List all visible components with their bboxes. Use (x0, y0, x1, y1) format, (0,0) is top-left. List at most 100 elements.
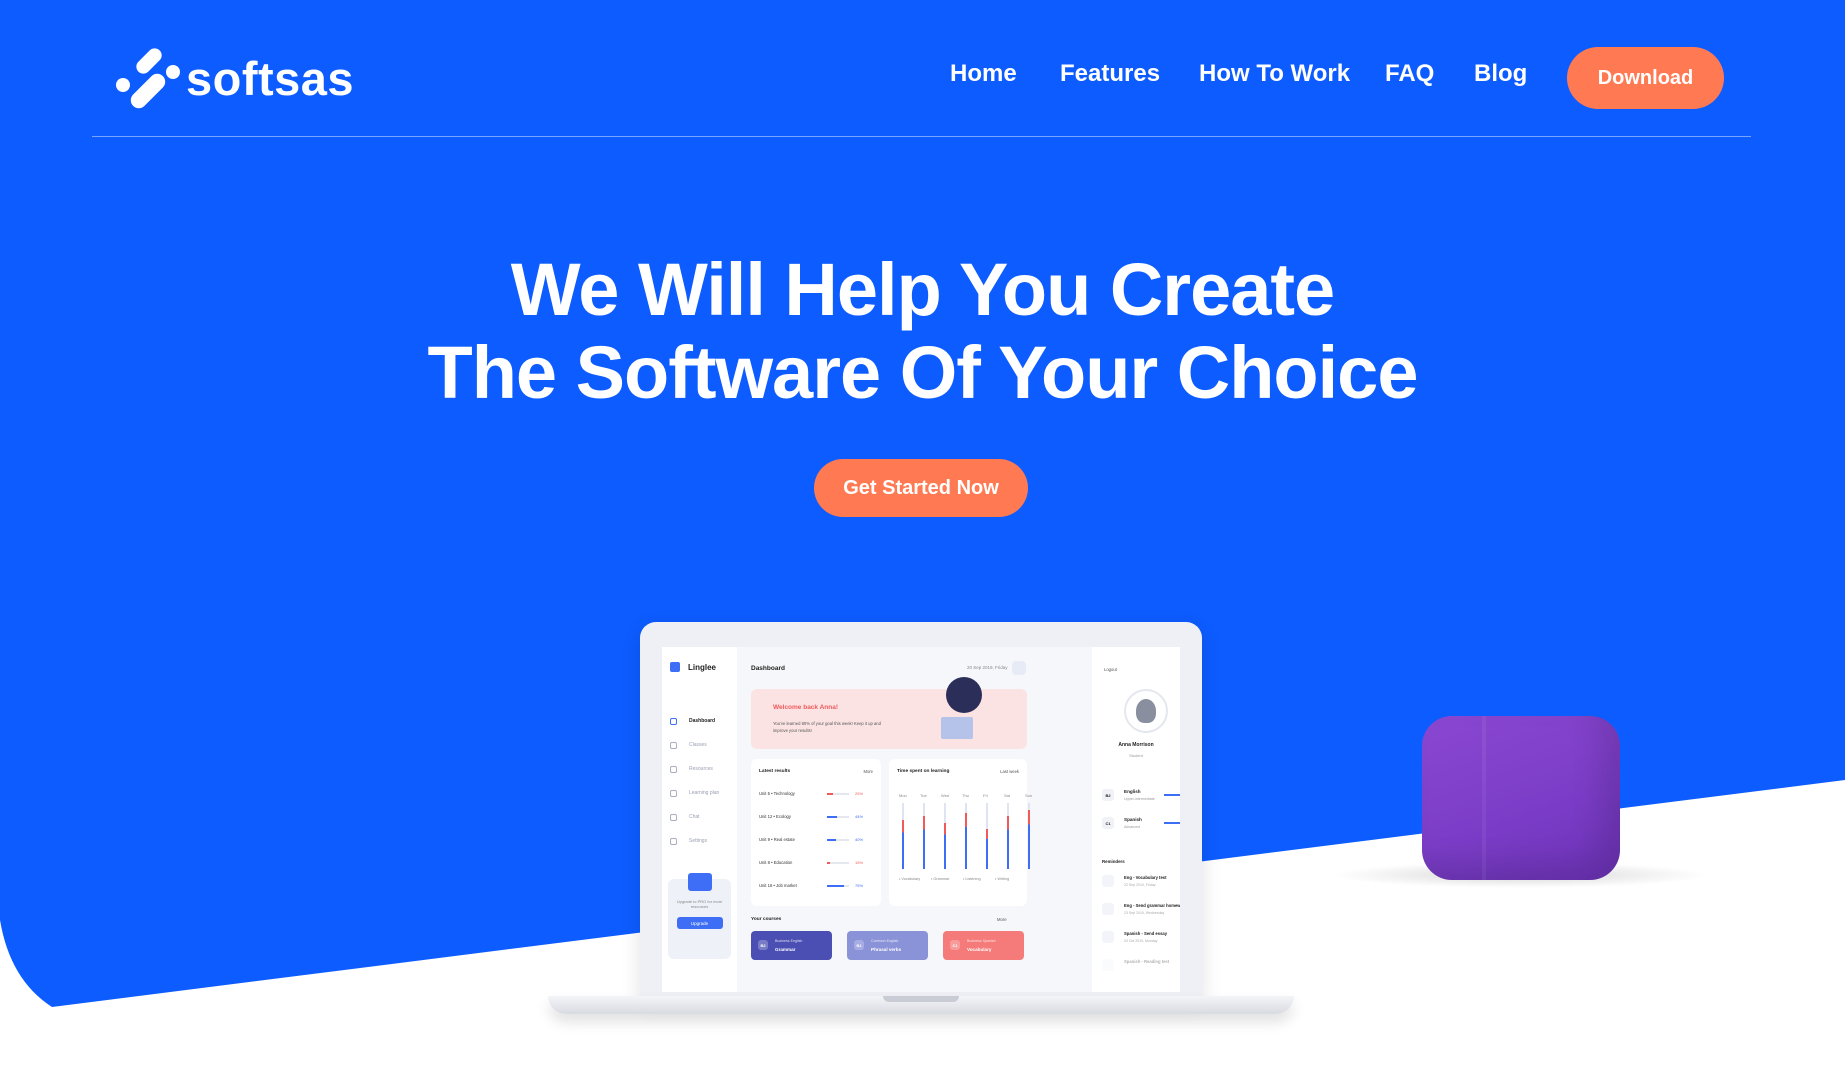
reminder-title: Spanish - Send essay (1124, 931, 1168, 936)
dashboard-title: Dashboard (751, 665, 785, 672)
app-brand: Linglee (670, 662, 716, 672)
chart-bar (986, 803, 988, 869)
nav-features[interactable]: Features (1060, 60, 1160, 88)
language-name: Spanish (1124, 817, 1142, 822)
app-sidebar-label: Chat (689, 814, 700, 820)
course-level: B1 (854, 940, 864, 950)
chart-bar (1028, 803, 1030, 869)
chart-day-label: Thu (962, 793, 969, 798)
latest-results-more: More (863, 769, 873, 774)
nav-faq[interactable]: FAQ (1385, 60, 1434, 88)
chart-day-label: Fri (983, 793, 988, 798)
nav-blog[interactable]: Blog (1474, 60, 1527, 88)
document-icon (670, 765, 677, 773)
courses-title: Your courses (751, 917, 782, 922)
folder-icon (670, 741, 677, 749)
chart-day-label: Mon (899, 793, 907, 798)
language-name: English (1124, 789, 1141, 794)
logo[interactable]: softsas (116, 46, 354, 110)
result-label: Unit 12 • Ecology (759, 814, 791, 819)
app-sidebar: Linglee Dashboard Classes Resources Lear… (662, 647, 737, 992)
result-percent: 40% (855, 837, 864, 842)
app-name: Linglee (688, 662, 717, 672)
course-level: B2 (758, 940, 768, 950)
app-sidebar-label: Resources (689, 766, 713, 772)
chart-day-label: Tue (920, 793, 927, 798)
result-percent: 44% (855, 814, 864, 819)
chart-bar-fill (1028, 809, 1030, 869)
courses-more: More (997, 917, 1007, 922)
course-card: C1 Business Spanish Vocabulary (943, 931, 1024, 960)
search-icon (1012, 661, 1026, 675)
result-progress-bar (827, 885, 849, 887)
purple-cube-decoration (1422, 716, 1620, 880)
logout-link: Logout (1104, 667, 1117, 672)
language-progress-line (1164, 822, 1180, 824)
result-progress-fill (827, 793, 833, 795)
dashboard-icon (670, 717, 677, 725)
laptop-illustration-icon (941, 717, 973, 739)
chart-legend-item: • Vocabulary (899, 877, 921, 881)
chart-bar-fill (923, 816, 925, 869)
welcome-title: Welcome back Anna! (773, 704, 839, 711)
time-spent-card: Time spent on learning Last week Mon Tue W… (889, 759, 1032, 906)
course-subtitle: Common English (871, 939, 899, 943)
upgrade-illustration-icon (687, 873, 712, 891)
result-progress-bar (827, 793, 849, 795)
course-subtitle: Business Spanish (967, 939, 996, 943)
upgrade-text: Upgrade to PRO for more resources (676, 899, 723, 909)
logo-icon (116, 48, 180, 109)
laptop-notch (883, 996, 959, 1002)
logo-text: softsas (186, 51, 355, 105)
reminders-title: Reminders (1102, 859, 1125, 864)
profile-name: Anna Morrison (1118, 742, 1154, 748)
site-header: softsas Home Features How To Work FAQ Bl… (0, 0, 1845, 137)
download-button[interactable]: Download (1567, 47, 1724, 109)
result-progress-bar (827, 839, 849, 841)
chart-legend-item: • Listening (963, 877, 981, 881)
result-label: Unit 5 • Technology (759, 791, 795, 796)
chart-day-label: Sat (1004, 793, 1011, 798)
chart-bar (1007, 803, 1009, 869)
chart-bar (965, 803, 967, 869)
result-progress-fill (827, 885, 844, 887)
hero-title: We Will Help You Create The Software Of … (0, 248, 1845, 414)
app-sidebar-label: Classes (689, 742, 707, 748)
latest-results-title: Latest results (759, 769, 791, 774)
settings-icon (670, 837, 677, 845)
course-name: Vocabulary (967, 947, 992, 952)
language-progress-line (1164, 794, 1180, 796)
laptop-mockup: Linglee Dashboard Classes Resources Lear… (548, 622, 1294, 1022)
get-started-button[interactable]: Get Started Now (814, 459, 1028, 517)
dashboard-screenshot: Linglee Dashboard Classes Resources Lear… (662, 647, 1180, 992)
app-profile-panel: Logout Anna Morrison Student B2 English Up… (1092, 647, 1180, 992)
chart-bar (944, 803, 946, 869)
app-sidebar-item: Classes (670, 733, 719, 757)
reminder-date: 03 Oct 2019, Monday (1124, 939, 1158, 943)
nav-home[interactable]: Home (950, 60, 1017, 88)
reminder-icon (1102, 903, 1114, 915)
app-sidebar-item: Resources (670, 757, 719, 781)
reminder-title: Spanish - Reading test (1124, 959, 1170, 964)
nav-divider (92, 136, 1751, 137)
chart-bar-fill (965, 812, 967, 869)
laptop-screen-frame: Linglee Dashboard Classes Resources Lear… (640, 622, 1202, 998)
time-spent-period: Last week (1000, 769, 1019, 774)
course-card: B2 Business English Grammar (751, 931, 832, 960)
calendar-icon (670, 789, 677, 797)
app-logo-icon (670, 662, 680, 672)
chart-bar (923, 803, 925, 869)
profile-role: Student (1129, 753, 1143, 758)
app-sidebar-item: Settings (670, 829, 719, 853)
course-name: Phrasal verbs (871, 947, 902, 952)
reminder-date: 23 Sep 2019, Wednesday (1124, 911, 1165, 915)
result-percent: 15% (855, 860, 864, 865)
nav-how-to-work[interactable]: How To Work (1199, 60, 1350, 88)
course-name: Grammar (775, 947, 796, 952)
chat-icon (670, 813, 677, 821)
result-row: Unit 12 • Ecology 44% (759, 814, 863, 819)
result-row: Unit 16 • Job market 75% (759, 883, 863, 888)
reminder-icon (1102, 959, 1114, 971)
result-percent: 25% (855, 791, 864, 796)
chart-legend-item: • Writing (995, 877, 1010, 881)
